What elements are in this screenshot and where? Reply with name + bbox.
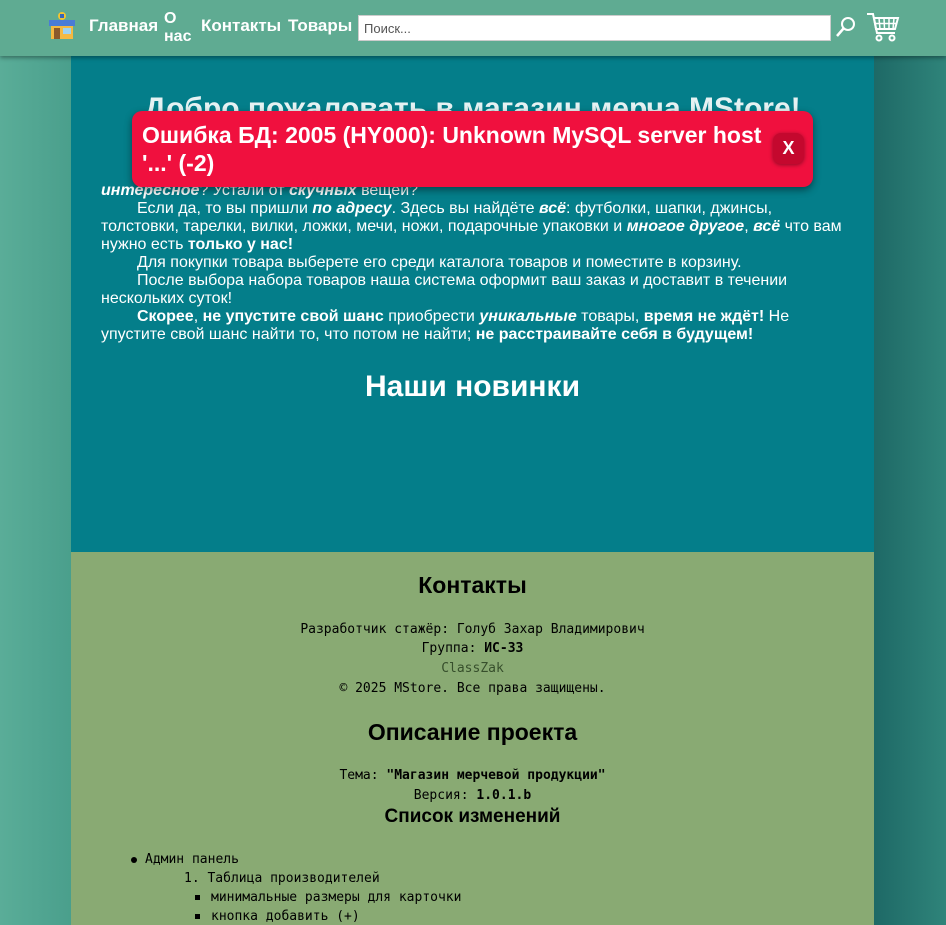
nav-about[interactable]: О нас <box>164 10 194 46</box>
group-line: Группа: ИС-33 <box>421 641 524 656</box>
intro-paragraph-4: После выбора набора товаров наша система… <box>101 272 788 307</box>
error-toast: Ошибка БД: 2005 (HY000): Unknown MySQL s… <box>132 111 813 187</box>
error-message: Ошибка БД: 2005 (HY000): Unknown MySQL s… <box>142 122 762 176</box>
nav-contacts[interactable]: Контакты <box>201 17 281 35</box>
nav-home[interactable]: Главная <box>89 17 158 35</box>
nav-products[interactable]: Товары <box>288 17 352 35</box>
list-item: Админ панель <box>131 850 831 869</box>
cart-icon[interactable] <box>866 11 900 43</box>
theme-line: Тема: "Магазин мерчевой продукции" <box>339 768 606 783</box>
list-item: кнопка добавить (+) <box>131 907 831 925</box>
intro-paragraph-5: Скорее, не упустите свой шанс приобрести… <box>101 308 790 343</box>
contacts-title: Контакты <box>418 572 527 598</box>
changes-title: Список изменений <box>384 806 561 827</box>
intro-text: интересное? Устали от скучных вещей? Есл… <box>101 174 849 344</box>
footer: Контакты Разработчик стажёр: Голуб Захар… <box>71 552 874 925</box>
github-link-line: ClassZak <box>71 661 874 676</box>
magnifier-icon[interactable] <box>835 15 857 39</box>
search-input[interactable] <box>358 15 831 41</box>
page-side-left <box>0 56 71 925</box>
intro-paragraph-2: Если да, то вы пришли по адресу. Здесь в… <box>101 200 842 253</box>
intro-paragraph-3: Для покупки товара выберете его среди ка… <box>137 254 742 271</box>
changes-list: Админ панель 1. Таблица производителей м… <box>131 850 831 925</box>
developer-line: Разработчик стажёр: Голуб Захар Владимир… <box>300 622 645 637</box>
list-item: минимальные размеры для карточки <box>131 888 831 907</box>
new-products-title: Наши новинки <box>364 370 581 403</box>
list-item: 1. Таблица производителей <box>184 871 380 886</box>
version-line: Версия: 1.0.1.b <box>413 788 532 803</box>
close-toast-button[interactable]: X <box>773 133 804 164</box>
project-title: Описание проекта <box>367 719 578 745</box>
store-logo-icon[interactable] <box>48 11 76 41</box>
github-link[interactable]: ClassZak <box>441 661 504 676</box>
page-side-right <box>874 56 946 925</box>
copyright: © 2025 MStore. Все права защищены. <box>339 681 606 696</box>
top-navbar: Главная О нас Контакты Товары <box>0 0 946 56</box>
